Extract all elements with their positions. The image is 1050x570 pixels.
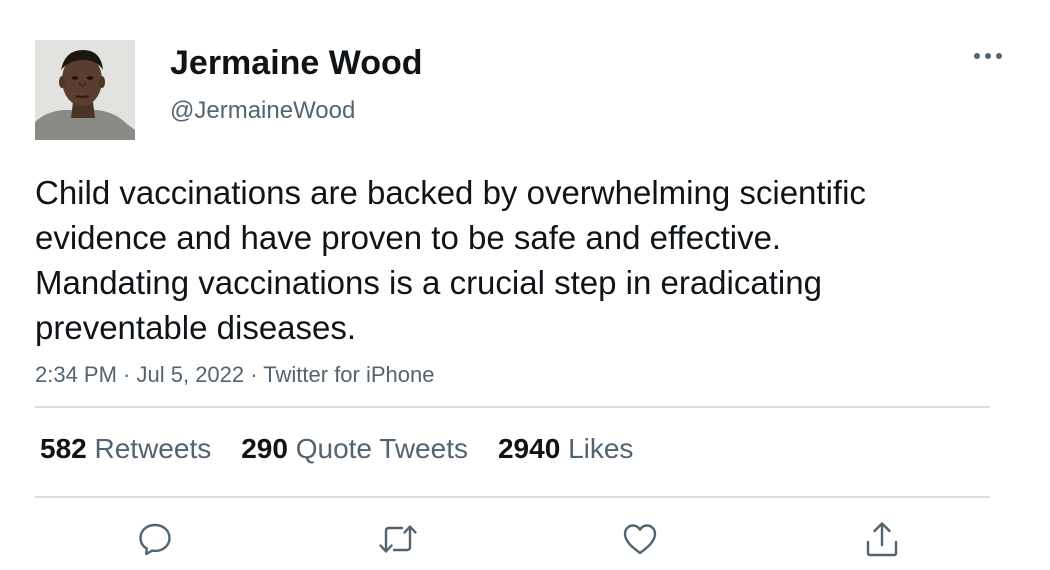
tweet-time[interactable]: 2:34 PM — [35, 362, 117, 387]
retweet-icon — [379, 525, 417, 553]
user-handle[interactable]: @JermaineWood — [170, 96, 355, 126]
tweet-stats: 582 Retweets 290 Quote Tweets 2940 Likes — [40, 432, 663, 466]
more-options-button[interactable] — [966, 40, 1010, 72]
like-button[interactable] — [616, 515, 664, 563]
share-button[interactable] — [858, 515, 906, 563]
meta-separator: · — [244, 362, 264, 387]
retweets-stat[interactable]: 582 Retweets — [40, 432, 211, 466]
likes-stat[interactable]: 2940 Likes — [498, 432, 633, 466]
likes-label: Likes — [568, 433, 634, 464]
retweets-count: 582 — [40, 433, 87, 464]
likes-count: 2940 — [497, 433, 561, 464]
tweet-date[interactable]: Jul 5, 2022 — [137, 362, 245, 387]
quote-tweets-count: 290 — [241, 433, 288, 464]
reply-button[interactable] — [131, 515, 179, 563]
quote-tweets-stat[interactable]: 290 Quote Tweets — [241, 432, 468, 466]
retweets-label: Retweets — [94, 433, 212, 464]
share-icon — [866, 522, 898, 557]
tweet-text: Child vaccinations are backed by overwhe… — [35, 174, 866, 346]
display-name[interactable]: Jermaine Wood — [170, 43, 423, 83]
action-bar — [0, 515, 1050, 563]
reply-icon — [139, 523, 171, 556]
divider — [35, 406, 990, 408]
divider — [35, 496, 990, 498]
heart-icon — [623, 524, 657, 555]
quote-tweets-label: Quote Tweets — [295, 433, 468, 464]
more-icon — [974, 53, 1002, 59]
avatar-photo — [35, 40, 135, 140]
tweet-source[interactable]: Twitter for iPhone — [263, 362, 434, 387]
avatar[interactable] — [35, 40, 135, 140]
tweet-card: Jermaine Wood @JermaineWood Child vaccin… — [0, 0, 1050, 570]
meta-separator: · — [116, 362, 137, 387]
tweet-metadata: 2:34 PM · Jul 5, 2022 · Twitter for iPho… — [35, 360, 434, 390]
retweet-button[interactable] — [374, 515, 422, 563]
